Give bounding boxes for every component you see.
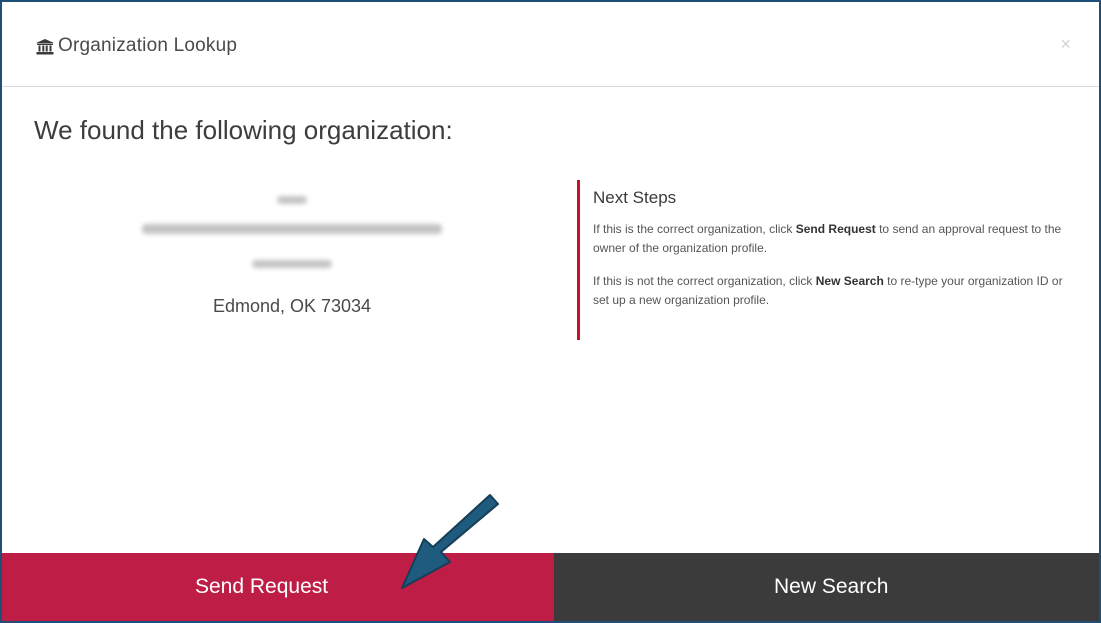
organization-lookup-dialog: Organization Lookup × We found the follo…: [0, 0, 1101, 623]
redacted-org-address: [252, 260, 332, 268]
dialog-footer: Send Request New Search: [2, 553, 1099, 621]
send-request-button[interactable]: Send Request: [2, 553, 554, 621]
next-steps-search-instruction: If this is not the correct organization,…: [593, 272, 1063, 310]
instruction-bold: Send Request: [795, 222, 876, 236]
org-city-state-zip: Edmond, OK 73034: [212, 296, 372, 316]
new-search-button[interactable]: New Search: [554, 553, 1099, 621]
bank-icon: [36, 39, 54, 55]
instruction-text: If this is not the correct organization,…: [593, 274, 816, 288]
instruction-bold: New Search: [815, 274, 884, 288]
redacted-org-id: [277, 196, 307, 204]
instruction-text: If this is the correct organization, cli…: [593, 222, 796, 236]
next-steps-panel: Next Steps If this is the correct organi…: [577, 180, 1063, 340]
close-icon[interactable]: ×: [1060, 34, 1071, 55]
dialog-header: Organization Lookup ×: [2, 2, 1099, 87]
redacted-org-name: [142, 224, 442, 234]
next-steps-title: Next Steps: [593, 188, 677, 207]
next-steps-send-instruction: If this is the correct organization, cli…: [593, 220, 1063, 258]
dialog-title: Organization Lookup: [58, 35, 238, 56]
organization-details: Edmond, OK 73034: [132, 184, 452, 317]
result-heading: We found the following organization:: [34, 115, 453, 145]
